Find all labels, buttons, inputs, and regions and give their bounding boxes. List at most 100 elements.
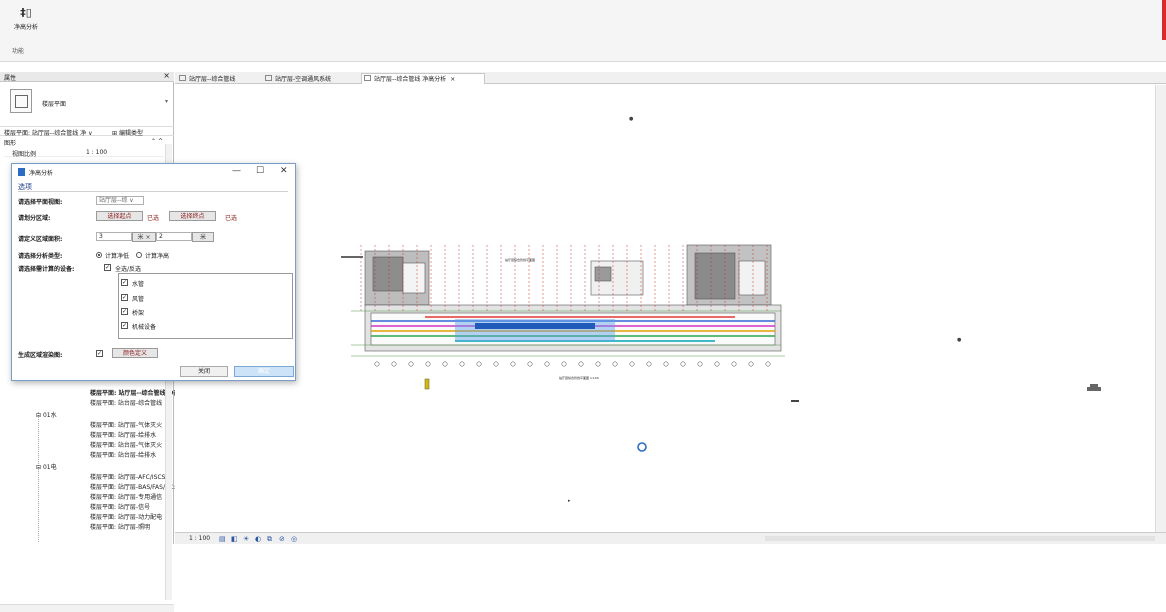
title-block-mark xyxy=(341,256,363,258)
collapse-icon[interactable]: ⊟ xyxy=(36,464,43,471)
tree-folder-label: 01水 xyxy=(42,412,57,419)
tree-item[interactable]: 楼层平面: 站台层-综合管线 xyxy=(90,398,162,407)
duct-run xyxy=(475,323,595,329)
device-checkbox[interactable]: ✓ xyxy=(121,322,128,329)
grid-bubble xyxy=(663,361,669,367)
floor-plan-icon xyxy=(10,89,32,113)
tab-floor-plan-active[interactable]: 站厅层--综合管线 净高分析 × xyxy=(361,73,485,84)
minimize-icon[interactable]: — xyxy=(232,166,241,176)
device-label: 桥架 xyxy=(132,310,145,317)
close-button[interactable]: 关闭 xyxy=(180,366,228,377)
tree-item[interactable]: 楼层平面: 站厅层-气体灭火 xyxy=(90,420,162,429)
tree-folder[interactable]: ⊟ 01水 xyxy=(36,410,57,419)
shadows-icon[interactable]: ◐ xyxy=(255,535,261,543)
device-checkbox[interactable]: ✓ xyxy=(121,308,128,315)
drawing-mark xyxy=(424,378,430,390)
type-selector[interactable]: 楼层平面 ▾ xyxy=(4,85,170,119)
tree-folder[interactable]: ⊟ 01电 xyxy=(36,462,57,471)
tree-item[interactable]: 楼层平面: 站台层-给排水 xyxy=(90,450,156,459)
tab-floor-plan[interactable]: 站厅层-空调通风系统 xyxy=(263,74,331,84)
area-x-input[interactable]: 3 xyxy=(96,232,132,241)
grid-bubble xyxy=(612,361,618,367)
render-checkbox[interactable]: ✓ xyxy=(96,350,103,357)
close-icon[interactable]: ✕ xyxy=(280,166,288,176)
tree-item[interactable]: 楼层平面: 站厅层-专用通信 xyxy=(90,492,162,501)
end-status: 已选 xyxy=(225,215,238,222)
drawing-mark: ● xyxy=(629,116,634,122)
visual-style-icon[interactable]: ◧ xyxy=(231,535,238,543)
clearance-analysis-button[interactable]: ‡▯ 净高分析 xyxy=(6,6,46,38)
sidebar-hscrollbar[interactable] xyxy=(0,604,174,612)
window-edge-accent xyxy=(1162,0,1166,40)
properties-header: 属性 × xyxy=(0,71,174,82)
tree-item[interactable]: 楼层平面: 站台层-气体灭火 xyxy=(90,440,162,449)
view-scale[interactable]: 1 : 100 xyxy=(189,535,210,542)
tree-item[interactable]: 楼层平面: 站厅层-动力配电 xyxy=(90,512,162,521)
collapse-icon[interactable]: ⊟ xyxy=(36,412,43,419)
device-checkbox[interactable]: ✓ xyxy=(121,279,128,286)
maximize-icon[interactable]: ☐ xyxy=(256,166,264,176)
color-definition-button[interactable]: 颜色定义 xyxy=(112,348,158,358)
instance-selector[interactable]: 楼层平面: 站厅层--综合管线 净 ∨ xyxy=(4,128,92,137)
chevron-down-icon[interactable]: ▾ xyxy=(165,98,168,105)
grid-bubble xyxy=(697,361,703,367)
duct-run xyxy=(455,319,615,341)
grid-bubble xyxy=(391,361,397,367)
view-control-bar: 1 : 100 ▤ ◧ ☀ ◐ ⧉ ⊘ ◎ xyxy=(175,532,1166,544)
tree-item[interactable]: 楼层平面: 站厅层-BAS/FAS/AC: xyxy=(90,482,175,491)
ribbon: ‡▯ 净高分析 功能 xyxy=(0,0,1166,62)
radio-clear-low[interactable] xyxy=(96,252,102,258)
reveal-icon[interactable]: ◎ xyxy=(291,535,297,543)
tab-floor-plan[interactable]: 站厅层--综合管线 xyxy=(177,74,235,84)
grid-bubble xyxy=(408,361,414,367)
drawing-mark: ● xyxy=(957,337,962,343)
grid-bubble xyxy=(680,361,686,367)
radio-clear-high[interactable] xyxy=(136,252,142,258)
tab-label: 站厅层-空调通风系统 xyxy=(275,76,332,83)
device-checkbox[interactable]: ✓ xyxy=(121,294,128,301)
view-scrollbar[interactable] xyxy=(1155,85,1166,532)
grid-bubble xyxy=(527,361,533,367)
tree-item[interactable]: 楼层平面: 站厅层-给排水 xyxy=(90,430,156,439)
group-toggle-icon[interactable]: ⌃ ^ xyxy=(151,138,163,145)
crop-view-icon[interactable]: ⧉ xyxy=(267,535,272,544)
hide-isolate-icon[interactable]: ⊘ xyxy=(279,535,285,543)
view-icon xyxy=(265,75,272,81)
viewcube-icon[interactable] xyxy=(1087,384,1101,391)
select-all-label: 全选/反选 xyxy=(115,266,142,273)
grid-bubble xyxy=(561,361,567,367)
view-icon xyxy=(179,75,186,81)
close-tab-icon[interactable]: × xyxy=(450,76,455,83)
tree-folder-label: 01电 xyxy=(42,464,57,471)
ok-button[interactable]: 确定 xyxy=(234,366,294,377)
dialog-titlebar[interactable]: 净高分析 — ☐ ✕ xyxy=(12,164,295,180)
grid-bubble xyxy=(731,361,737,367)
floor-plan-drawing[interactable]: ● ● ▸ 站厅层综合管线平面图 站厅层综合管线平面图 1:100 xyxy=(175,85,1155,532)
grid-bubble xyxy=(442,361,448,367)
view-tabs: 站厅层--综合管线 站厅层-空调通风系统 站厅层--综合管线 净高分析 × xyxy=(175,72,1166,84)
property-key: 视图比例 xyxy=(12,151,37,158)
select-start-button[interactable]: 选择起点 xyxy=(96,211,143,221)
grid-bubble xyxy=(510,361,516,367)
select-all-checkbox[interactable]: ✓ xyxy=(104,264,111,271)
tab-label: 站厅层--综合管线 xyxy=(189,76,236,83)
grid-bubble xyxy=(714,361,720,367)
sun-path-icon[interactable]: ☀ xyxy=(243,535,249,543)
dialog-title: 净高分析 xyxy=(29,170,54,177)
properties-close-icon[interactable]: × xyxy=(163,71,170,80)
edit-type-button[interactable]: ⊞ 编辑类型 xyxy=(112,128,143,137)
tree-item[interactable]: 楼层平面: 站厅层-AFC/ISCS xyxy=(90,472,165,481)
select-end-button[interactable]: 选择终点 xyxy=(169,211,216,221)
plan-view-select[interactable]: 站厅层--综 ∨ xyxy=(96,196,144,205)
tree-item[interactable]: 楼层平面: 站厅层-信号 xyxy=(90,502,150,511)
grid-bubbles xyxy=(374,361,771,367)
property-value[interactable]: 1 : 100 xyxy=(86,149,107,156)
clearance-analysis-dialog: 净高分析 — ☐ ✕ 选项 请选择平面视图: 站厅层--综 ∨ 请划分区域: 选… xyxy=(11,163,296,381)
view-hscrollbar[interactable] xyxy=(765,536,1155,541)
drawing-canvas[interactable]: ● ● ▸ 站厅层综合管线平面图 站厅层综合管线平面图 1:100 xyxy=(175,85,1155,532)
grid-bubble xyxy=(374,361,380,367)
render-label: 生成区域渲染图: xyxy=(18,352,63,359)
area-y-input[interactable]: 2 xyxy=(156,232,192,241)
tree-item[interactable]: 楼层平面: 站厅层-照明 xyxy=(90,522,150,531)
detail-level-icon[interactable]: ▤ xyxy=(219,535,226,543)
